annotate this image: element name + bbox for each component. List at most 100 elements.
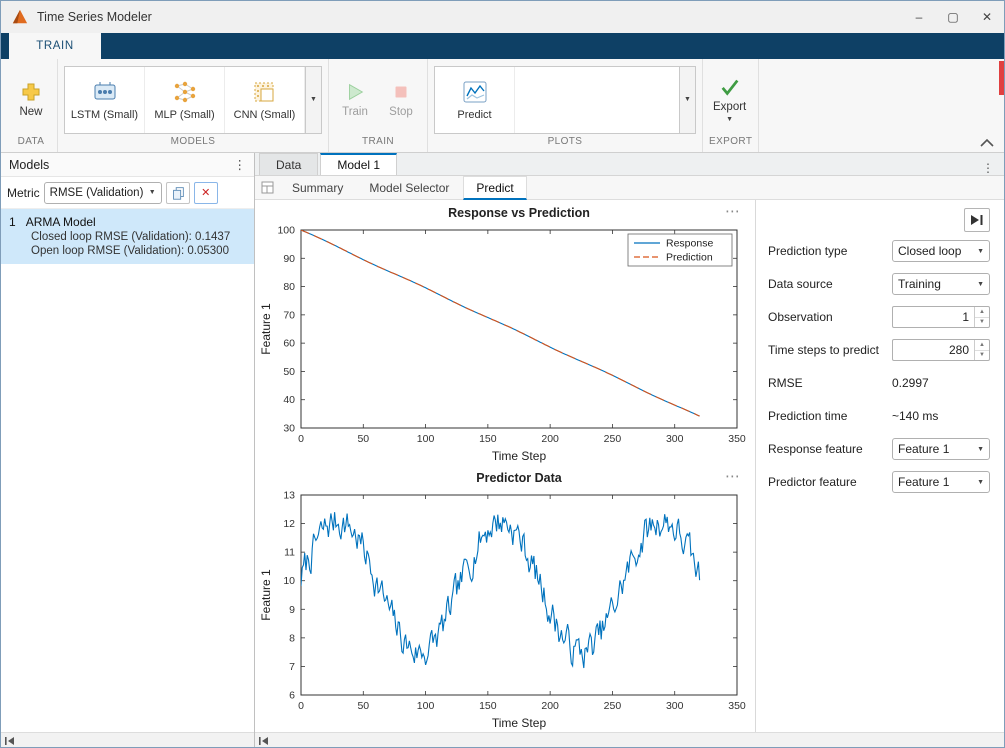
spin-up-icon[interactable]: ▲	[975, 307, 989, 318]
svg-text:80: 80	[283, 281, 295, 293]
plots-gallery-dropdown[interactable]: ▼	[679, 67, 695, 133]
observation-value[interactable]: 1	[893, 307, 974, 327]
prediction-type-value: Closed loop	[898, 244, 961, 258]
model-name: ARMA Model	[26, 215, 96, 229]
models-panel-header: Models ⋮	[1, 153, 254, 177]
model-closed-loop-rmse: Closed loop RMSE (Validation): 0.1437	[9, 231, 246, 243]
group-data: New DATA	[5, 59, 58, 152]
document-scrollbar[interactable]	[255, 732, 1004, 748]
duplicate-model-button[interactable]	[166, 182, 190, 204]
models-panel-scrollbar[interactable]	[1, 732, 254, 748]
models-panel: Models ⋮ Metric RMSE (Validation) ▼ ✕	[1, 153, 255, 748]
maximize-button[interactable]: ▢	[936, 1, 970, 33]
chart-options-icon[interactable]: ⋯	[725, 202, 741, 220]
time-steps-stepper[interactable]: 280 ▲ ▼	[892, 339, 990, 361]
observation-label: Observation	[768, 310, 892, 324]
skip-to-end-icon	[970, 214, 984, 226]
spin-down-icon[interactable]: ▼	[975, 318, 989, 328]
new-button[interactable]: New	[11, 79, 51, 120]
predictor-feature-label: Predictor feature	[768, 475, 892, 489]
subtab-summary[interactable]: Summary	[280, 177, 355, 198]
svg-text:200: 200	[541, 433, 559, 445]
group-train: Train Stop TRAIN	[329, 59, 428, 152]
train-button[interactable]: Train	[335, 79, 375, 120]
train-button-label: Train	[342, 106, 368, 118]
predictor-feature-value: Feature 1	[898, 475, 949, 489]
response-feature-select[interactable]: Feature 1 ▼	[892, 438, 990, 460]
chevron-down-icon: ▼	[977, 281, 984, 288]
svg-text:6: 6	[289, 690, 295, 702]
svg-text:200: 200	[541, 700, 559, 712]
data-source-select[interactable]: Training ▼	[892, 273, 990, 295]
data-source-row: Data source Training ▼	[768, 273, 990, 295]
time-steps-label: Time steps to predict	[768, 343, 892, 357]
window-title: Time Series Modeler	[37, 10, 152, 24]
svg-text:150: 150	[479, 433, 497, 445]
models-gallery-dropdown[interactable]: ▼	[305, 67, 321, 133]
chevron-down-icon: ▼	[977, 446, 984, 453]
collapse-ribbon-button[interactable]	[978, 136, 996, 150]
metric-label: Metric	[7, 186, 40, 200]
response-vs-prediction-plot[interactable]: 05010015020025030035030405060708090100Ti…	[259, 224, 751, 464]
stop-icon	[390, 81, 412, 103]
spin-up-icon[interactable]: ▲	[975, 340, 989, 351]
document-tab-bar: Data Model 1 ⋮	[255, 153, 1004, 176]
toolstrip: New DATA LSTM (Small)	[1, 59, 1004, 153]
subtab-predict[interactable]: Predict	[463, 176, 526, 200]
svg-text:300: 300	[666, 700, 684, 712]
app-body: Models ⋮ Metric RMSE (Validation) ▼ ✕	[1, 153, 1004, 748]
delete-model-button[interactable]: ✕	[194, 182, 218, 204]
svg-text:60: 60	[283, 338, 295, 350]
observation-stepper[interactable]: 1 ▲ ▼	[892, 306, 990, 328]
gallery-item-cnn[interactable]: CNN (Small)	[225, 67, 305, 133]
predictor-feature-row: Predictor feature Feature 1 ▼	[768, 471, 990, 493]
predictor-feature-select[interactable]: Feature 1 ▼	[892, 471, 990, 493]
gallery-item-label: MLP (Small)	[154, 109, 214, 121]
svg-text:9: 9	[289, 604, 295, 616]
prediction-time-value: ~140 ms	[892, 409, 990, 423]
time-steps-row: Time steps to predict 280 ▲ ▼	[768, 339, 990, 361]
time-steps-value[interactable]: 280	[893, 340, 974, 360]
stop-button[interactable]: Stop	[381, 79, 421, 120]
check-icon	[719, 76, 741, 98]
chevron-down-icon: ▼	[977, 248, 984, 255]
svg-text:12: 12	[283, 518, 295, 530]
tab-model-1[interactable]: Model 1	[320, 153, 397, 175]
gallery-item-lstm[interactable]: LSTM (Small)	[65, 67, 145, 133]
chevron-down-icon: ▼	[684, 96, 691, 103]
predict-plot-icon	[462, 79, 488, 105]
model-subtab-bar: Summary Model Selector Predict	[255, 176, 1004, 200]
delete-x-icon: ✕	[201, 186, 210, 199]
prediction-type-row: Prediction type Closed loop ▼	[768, 240, 990, 262]
predictor-data-plot[interactable]: 050100150200250300350678910111213Time St…	[259, 489, 751, 731]
run-prediction-button[interactable]	[964, 208, 990, 232]
chart-options-icon[interactable]: ⋯	[725, 467, 741, 485]
list-item-arma-model[interactable]: 1 ARMA Model Closed loop RMSE (Validatio…	[1, 209, 254, 264]
models-gallery: LSTM (Small) MLP (Small)	[64, 66, 322, 134]
tab-train[interactable]: TRAIN	[9, 33, 101, 59]
spin-down-icon[interactable]: ▼	[975, 351, 989, 361]
svg-text:Time Step: Time Step	[492, 449, 547, 463]
gallery-item-mlp[interactable]: MLP (Small)	[145, 67, 225, 133]
subtab-model-selector[interactable]: Model Selector	[357, 177, 461, 198]
minimize-button[interactable]: –	[902, 1, 936, 33]
mlp-icon	[172, 79, 198, 105]
gallery-item-label: CNN (Small)	[234, 109, 296, 121]
svg-text:30: 30	[283, 423, 295, 435]
gallery-item-predict[interactable]: Predict	[435, 67, 515, 133]
document-menu-icon[interactable]: ⋮	[982, 161, 1004, 175]
svg-text:Response: Response	[666, 238, 713, 250]
gallery-item-label: LSTM (Small)	[71, 109, 138, 121]
tab-data[interactable]: Data	[259, 153, 318, 175]
observation-row: Observation 1 ▲ ▼	[768, 306, 990, 328]
svg-text:40: 40	[283, 394, 295, 406]
response-vs-prediction-chart: Response vs Prediction ⋯ 050100150200250…	[259, 202, 751, 467]
metric-select[interactable]: RMSE (Validation) ▼	[44, 182, 162, 204]
prediction-type-select[interactable]: Closed loop ▼	[892, 240, 990, 262]
panel-menu-icon[interactable]: ⋮	[234, 157, 247, 172]
export-button[interactable]: Export ▼	[709, 74, 750, 125]
close-button[interactable]: ✕	[970, 1, 1004, 33]
predict-content: Response vs Prediction ⋯ 050100150200250…	[255, 200, 1004, 732]
layout-icon[interactable]	[261, 181, 274, 194]
plus-icon	[20, 81, 42, 103]
